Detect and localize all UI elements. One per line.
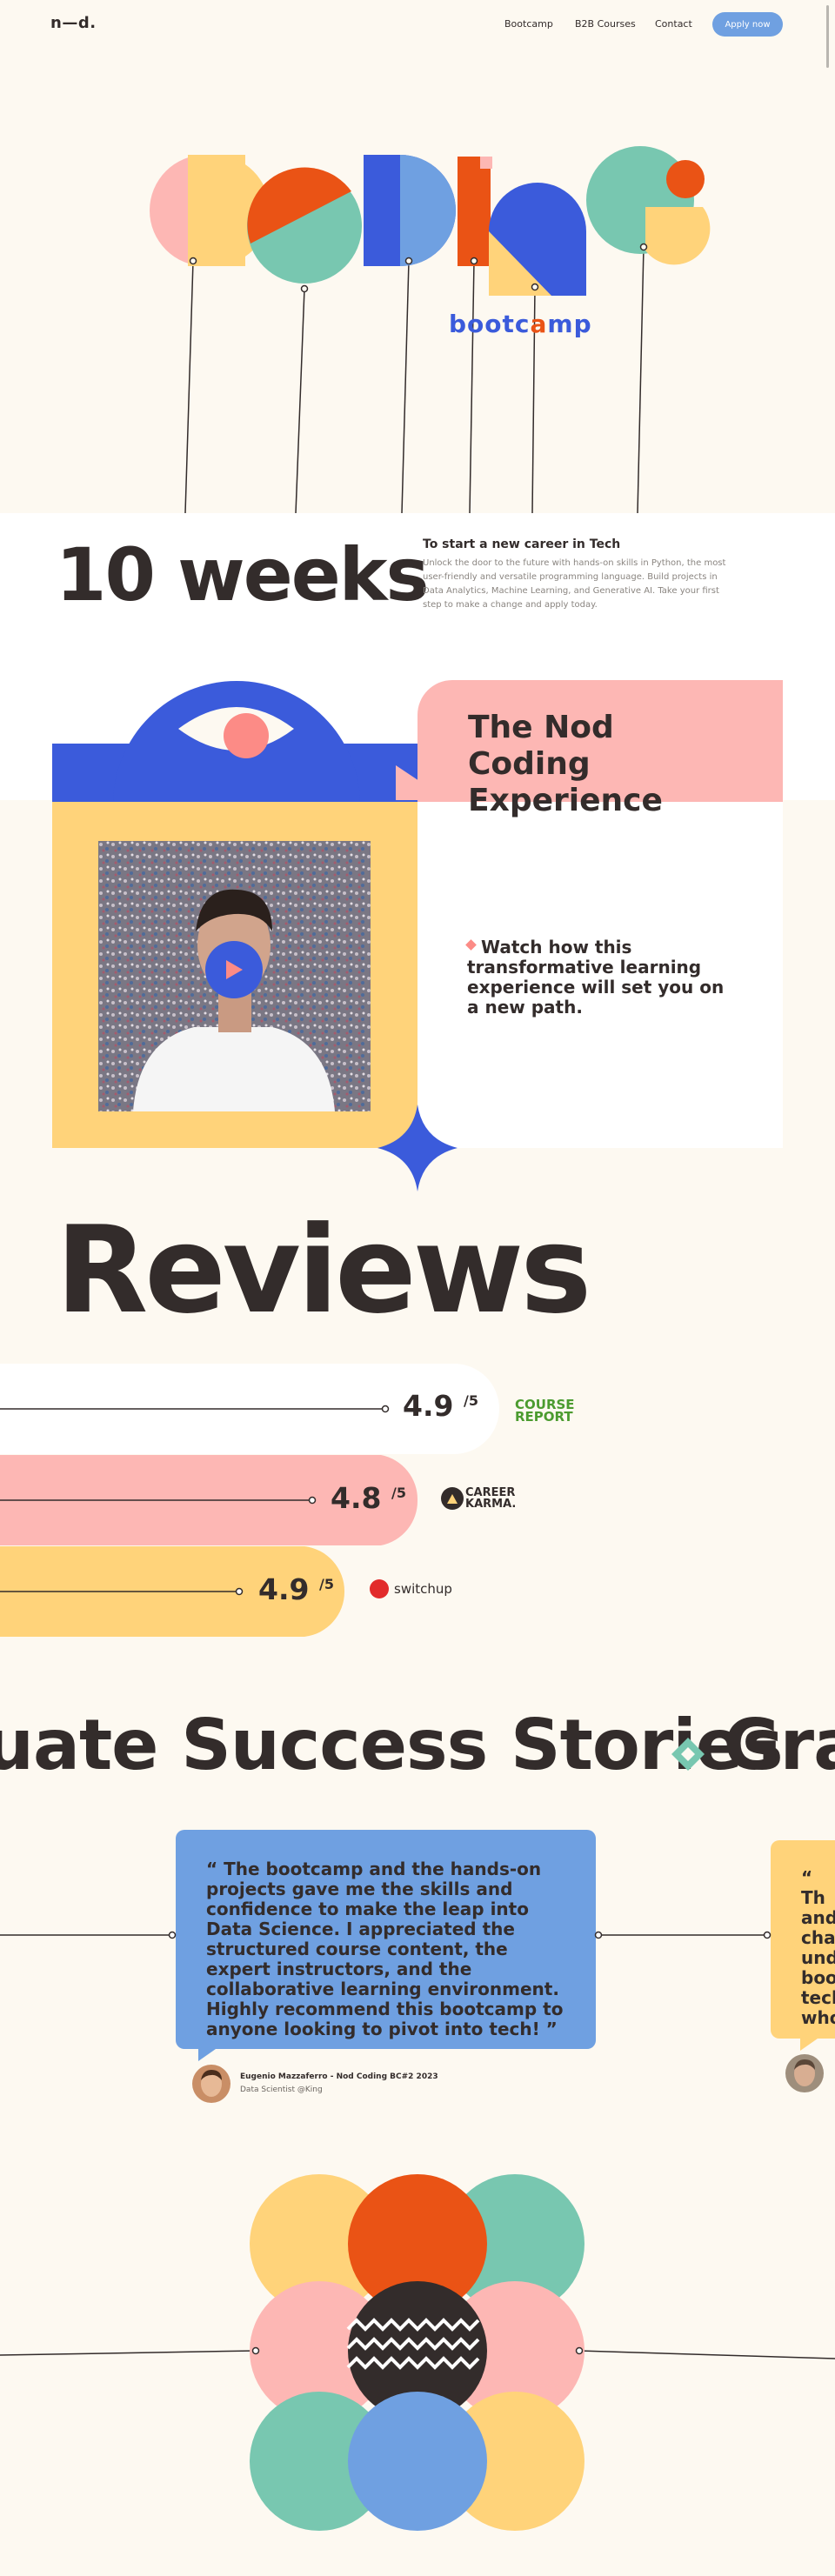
experience-title: The Nod Coding Experience — [468, 710, 663, 818]
switchup-logo[interactable]: switchup — [394, 1581, 452, 1597]
success-stories-marquee: uate Success Stories — [0, 1705, 784, 1785]
rating-career-karma: 4.8 /5 — [331, 1481, 406, 1515]
top-nav: n—d. Bootcamp B2B Courses Contact Apply … — [0, 0, 835, 49]
coding-balloons-illustration — [150, 146, 711, 514]
video-thumbnail[interactable] — [98, 841, 371, 1111]
nav-link-contact[interactable]: Contact — [655, 18, 692, 30]
rating-course-report: 4.9 /5 — [403, 1389, 478, 1423]
play-icon — [226, 960, 243, 979]
reviewer-name: Eugenio Mazzaferro - Nod Coding BC#2 202… — [240, 2072, 438, 2081]
logo[interactable]: n—d. — [50, 14, 97, 32]
career-karma-logo-icon — [441, 1487, 464, 1510]
course-report-logo[interactable]: COURSE REPORT — [515, 1398, 576, 1424]
success-stories-marquee-next: Gra — [724, 1705, 835, 1785]
nav-link-bootcamp[interactable]: Bootcamp — [504, 18, 553, 30]
career-description: Unlock the door to the future with hands… — [423, 558, 726, 610]
rating-switchup: 4.9 /5 — [258, 1572, 334, 1606]
reviewer-avatar — [192, 2065, 230, 2103]
testimonial-quote: “ The bootcamp and the hands-on projects… — [206, 1859, 564, 2039]
switchup-logo-icon — [370, 1579, 389, 1598]
teal-diamond-icon — [671, 1738, 705, 1771]
reviews-heading: Reviews — [56, 1200, 591, 1340]
play-button[interactable] — [205, 941, 263, 998]
nav-link-b2b-courses[interactable]: B2B Courses — [575, 18, 636, 30]
watch-text: Watch how this transformative learning e… — [467, 937, 725, 1018]
bootcamp-wordmark: bootcamp — [449, 310, 592, 338]
reviewer-role: Data Scientist @King — [240, 2085, 323, 2094]
next-reviewer-avatar — [785, 2054, 824, 2092]
career-title: To start a new career in Tech — [423, 537, 621, 551]
career-karma-logo[interactable]: CAREER KARMA. — [465, 1487, 526, 1510]
apply-now-button[interactable]: Apply now — [712, 12, 783, 37]
duration-heading: 10 weeks — [56, 532, 430, 617]
circles-illustration — [0, 2174, 835, 2531]
scrollbar-thumb[interactable] — [826, 5, 829, 68]
testimonial-quote-next: “ Th and chal und boo tech who — [801, 1868, 835, 2028]
